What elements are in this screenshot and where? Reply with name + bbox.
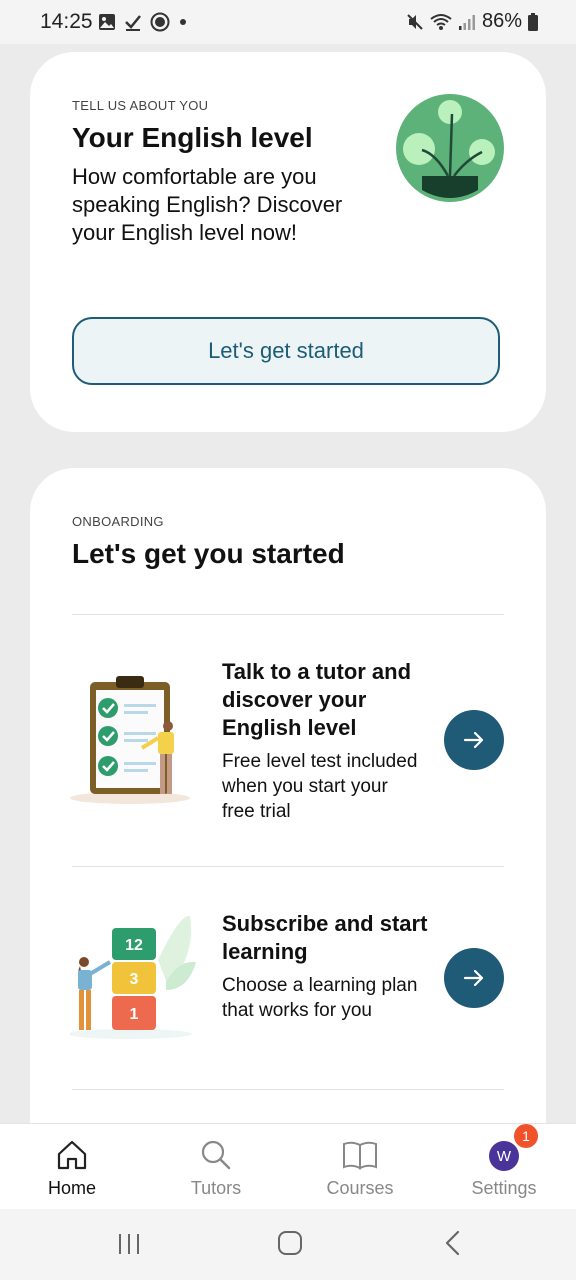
home-button-icon[interactable]	[277, 1230, 303, 1256]
onboarding-card: ONBOARDING Let's get you started Talk to…	[30, 468, 546, 1168]
divider	[72, 866, 504, 867]
battery-percentage: 86%	[481, 10, 522, 32]
system-icons: 86%	[406, 10, 538, 33]
step-title-tutor: Talk to a tutor and discover your Englis…	[222, 659, 412, 740]
dot-icon	[180, 19, 186, 25]
nav-courses-label: Courses	[326, 1178, 394, 1198]
divider	[72, 1089, 504, 1090]
check-icon	[125, 15, 141, 31]
battery-icon	[528, 12, 538, 31]
signal-icon	[458, 14, 475, 30]
nav-courses[interactable]: Courses	[300, 1124, 420, 1210]
status-time: 14:25	[40, 10, 93, 33]
gallery-icon	[99, 14, 115, 30]
back-icon[interactable]	[440, 1230, 466, 1256]
plant-illustration	[396, 94, 504, 202]
get-started-button[interactable]: Let's get started	[72, 317, 500, 385]
book-icon	[343, 1141, 377, 1170]
settings-notification-badge: 1	[514, 1124, 538, 1148]
nav-tutors[interactable]: Tutors	[156, 1124, 276, 1210]
block-number-one: 1	[130, 1006, 139, 1023]
nav-tutors-label: Tutors	[190, 1178, 242, 1198]
avatar: W	[489, 1141, 519, 1171]
step-tutor-arrow-button[interactable]	[444, 710, 504, 770]
level-description: How comfortable are you speaking English…	[72, 164, 343, 245]
step-title-subscribe: Subscribe and start learning	[222, 911, 428, 964]
step-description-tutor: Free level test included when you start …	[222, 751, 418, 822]
level-eyebrow: TELL US ABOUT YOU	[72, 98, 209, 113]
arrow-right-icon	[463, 969, 484, 987]
system-navigation-bar	[0, 1209, 576, 1280]
recents-icon[interactable]	[116, 1231, 142, 1257]
english-level-card: TELL US ABOUT YOU Your English level How…	[30, 52, 546, 432]
mute-icon	[407, 13, 423, 30]
block-number-three: 3	[130, 971, 139, 988]
nav-settings-label: Settings	[471, 1178, 537, 1198]
step-description-subscribe: Choose a learning plan that works for yo…	[222, 975, 418, 1021]
arrow-right-icon	[463, 731, 484, 749]
search-icon	[201, 1140, 231, 1170]
onboarding-eyebrow: ONBOARDING	[72, 514, 164, 529]
clipboard-illustration	[70, 676, 190, 804]
step-subscribe-arrow-button[interactable]	[444, 948, 504, 1008]
bottom-navigation: Home Tutors Courses W Settings	[0, 1123, 576, 1210]
nav-home-label: Home	[47, 1178, 96, 1198]
learning-plan-illustration: 12 3 1	[70, 916, 196, 1039]
level-title: Your English level	[72, 122, 313, 153]
home-icon	[57, 1140, 87, 1170]
nav-settings[interactable]: W Settings	[444, 1124, 564, 1210]
nav-home[interactable]: Home	[12, 1124, 132, 1210]
wifi-icon	[430, 13, 452, 30]
status-bar: 14:25 86%	[0, 0, 576, 44]
notification-icons	[98, 12, 188, 32]
sync-icon	[150, 12, 170, 32]
divider	[72, 614, 504, 615]
block-number-twelve: 12	[125, 937, 143, 954]
onboarding-title: Let's get you started	[72, 538, 345, 569]
